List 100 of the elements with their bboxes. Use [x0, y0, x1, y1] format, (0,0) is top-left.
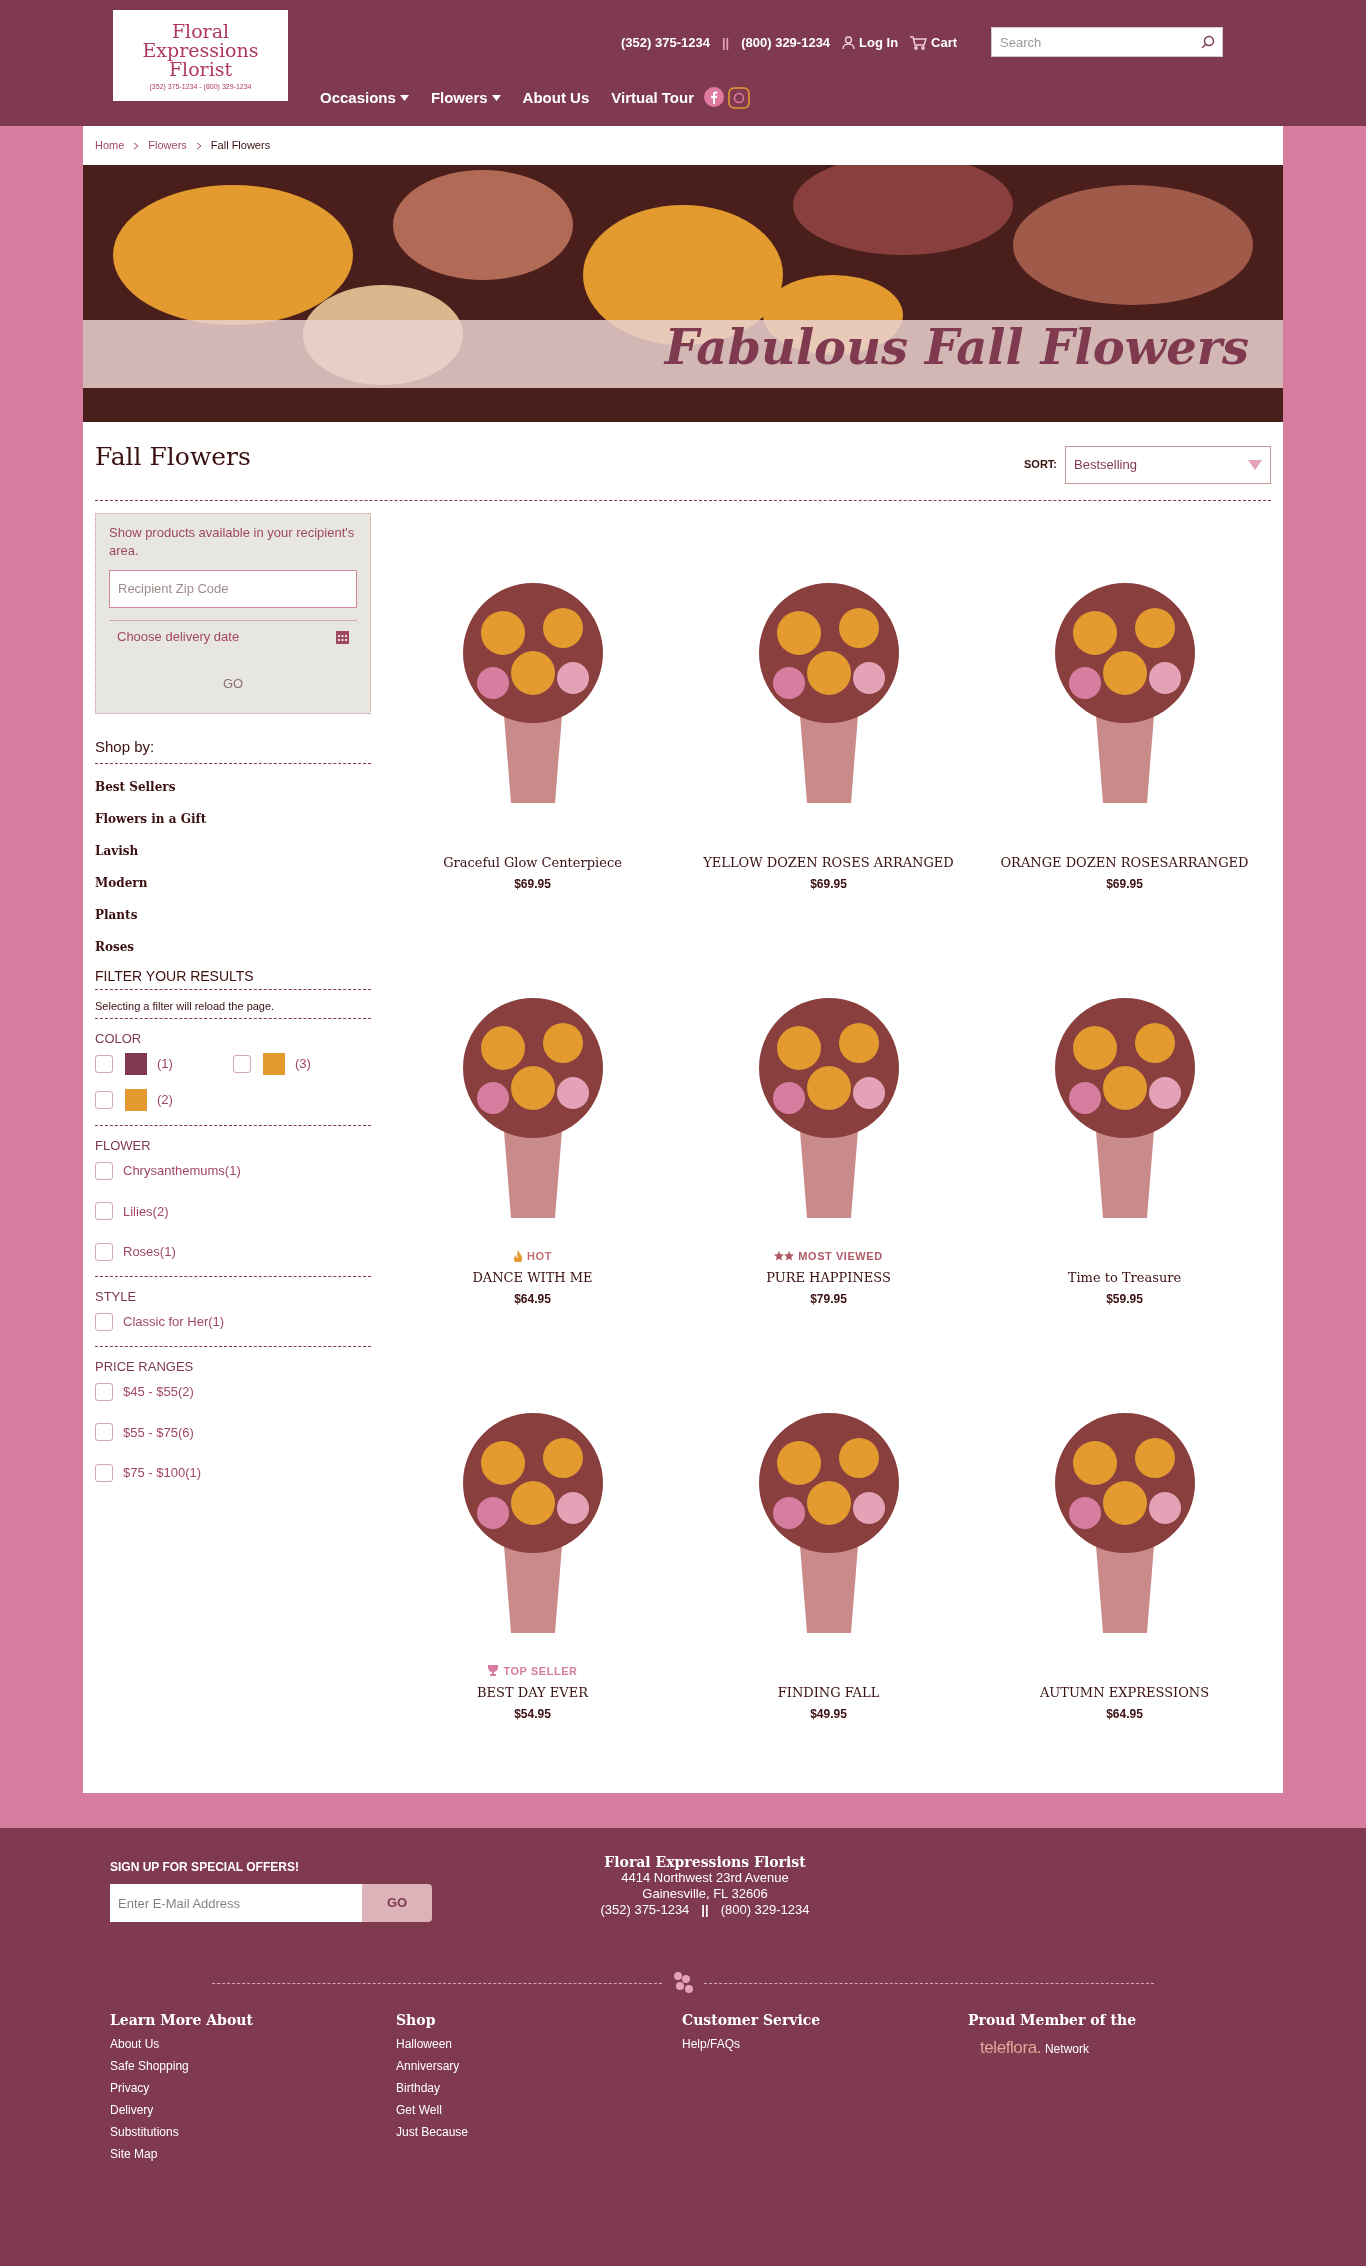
signup-title: SIGN UP FOR SPECIAL OFFERS! [110, 1859, 300, 1876]
product-name[interactable]: DANCE WITH ME [472, 1268, 593, 1288]
badge-label: TOP SELLER [487, 1662, 578, 1679]
store-address: 4414 Northwest 23rd Avenue [621, 1870, 789, 1886]
product-price: $69.95 [514, 875, 551, 893]
network-logo[interactable]: teleflora. Network [980, 2035, 1254, 2061]
phone-number[interactable]: (800) 329-1234 [720, 1902, 810, 1918]
shop-by-link[interactable]: Best Sellers [95, 777, 371, 796]
filter-option[interactable]: $45 - $55(2) [123, 1382, 194, 1402]
footer-link[interactable]: Halloween [396, 2033, 682, 2055]
product-name[interactable]: AUTUMN EXPRESSIONS [1039, 1683, 1210, 1703]
footer-heading: Learn More About [110, 2011, 254, 2030]
product-name[interactable]: BEST DAY EVER [477, 1683, 588, 1703]
checkbox[interactable] [95, 1242, 113, 1261]
banner-title: Fabulous Fall Flowers [664, 323, 1249, 371]
filter-option[interactable]: Classic for Her(1) [123, 1312, 225, 1332]
product-name[interactable]: ORANGE DOZEN ROSESARRANGED [1000, 853, 1249, 873]
filter-option[interactable]: $55 - $75(6) [123, 1422, 194, 1442]
shop-by-link[interactable]: Lavish [95, 841, 371, 860]
cart-icon [910, 35, 928, 50]
delivery-date-field[interactable]: Choose delivery date [109, 619, 357, 646]
filter-option[interactable]: Roses(1) [123, 1242, 176, 1262]
caret-icon [1248, 459, 1262, 470]
search-field[interactable]: Search [991, 27, 1224, 57]
checkbox[interactable] [95, 1463, 113, 1482]
footer-link[interactable]: Substitutions [110, 2121, 396, 2143]
caret-icon [491, 94, 501, 101]
filter-count: (3) [295, 1054, 311, 1073]
footer-heading: Proud Member of the [968, 2011, 1138, 2030]
footer-link[interactable]: Get Well [396, 2099, 682, 2121]
product-name[interactable]: FINDING FALL [777, 1683, 880, 1703]
delivery-note: Show products available in your recipient's area. [109, 523, 356, 560]
search-icon [1201, 35, 1216, 49]
product-name[interactable]: PURE HAPPINESS [766, 1268, 891, 1288]
go-button[interactable]: GO [362, 1884, 432, 1922]
checkbox[interactable] [95, 1312, 113, 1331]
zip-field[interactable]: Recipient Zip Code [109, 569, 357, 608]
footer-link[interactable]: Birthday [396, 2077, 682, 2099]
footer-link[interactable]: Anniversary [396, 2055, 682, 2077]
phone-number[interactable]: (800) 329-1234 [741, 33, 831, 53]
product-price: $69.95 [1106, 875, 1143, 893]
store-address: Gainesville, FL 32606 [642, 1886, 768, 1902]
footer-link[interactable]: Help/FAQs [682, 2033, 968, 2055]
footer-link[interactable]: Safe Shopping [110, 2055, 396, 2077]
filter-heading: FLOWER [95, 1136, 152, 1155]
color-swatch[interactable] [125, 1052, 147, 1075]
color-swatch[interactable] [125, 1088, 147, 1111]
checkbox[interactable] [95, 1382, 113, 1401]
filter-option[interactable]: Lilies(2) [123, 1201, 169, 1221]
shop-by-link[interactable]: Roses [95, 937, 371, 956]
product-price: $64.95 [1106, 1705, 1143, 1723]
product-name[interactable]: YELLOW DOZEN ROSES ARRANGED [703, 853, 954, 873]
sort-dropdown[interactable]: Bestselling [1065, 445, 1271, 484]
shop-by-link[interactable]: Modern [95, 873, 371, 892]
product-price: $69.95 [810, 875, 847, 893]
filter-heading: PRICE RANGES [95, 1357, 195, 1376]
nav-link[interactable]: Occasions [320, 86, 409, 109]
product-name[interactable]: Graceful Glow Centerpiece [443, 853, 622, 873]
section-title: FILTER YOUR RESULTS [95, 965, 371, 990]
nav-link[interactable]: About Us [522, 86, 590, 109]
filter-option[interactable]: $75 - $100(1) [123, 1463, 202, 1483]
footer-link[interactable]: Site Map [110, 2143, 396, 2165]
color-swatch[interactable] [263, 1052, 285, 1075]
filter-option[interactable]: Chrysanthemums(1) [123, 1161, 241, 1181]
nav-link[interactable]: Virtual Tour [611, 86, 695, 109]
footer-link[interactable]: Delivery [110, 2099, 396, 2121]
breadcrumb-link[interactable]: Flowers [148, 137, 187, 154]
email-field[interactable]: Enter E-Mail Address [110, 1884, 362, 1922]
product-price: $54.95 [514, 1705, 551, 1723]
checkbox[interactable] [233, 1054, 251, 1073]
phone-number[interactable]: (352) 375-1234 [621, 33, 710, 53]
filter-count: (2) [157, 1090, 173, 1109]
checkbox[interactable] [95, 1090, 113, 1109]
product-price: $49.95 [810, 1705, 847, 1723]
product-name[interactable]: Time to Treasure [1067, 1268, 1182, 1288]
breadcrumb-link[interactable]: Home [95, 137, 125, 154]
phone-number[interactable]: (352) 375-1234 [600, 1902, 690, 1918]
product-price: $79.95 [810, 1290, 847, 1308]
checkbox[interactable] [95, 1202, 113, 1221]
cart-link[interactable]: Cart [910, 33, 958, 53]
shop-by-link[interactable]: Plants [95, 905, 371, 924]
footer-link[interactable]: Just Because [396, 2121, 682, 2143]
flame-icon [513, 1249, 524, 1262]
trophy-icon [487, 1665, 500, 1677]
login-link[interactable]: Log In [842, 33, 899, 53]
checkbox[interactable] [95, 1161, 113, 1180]
calendar-icon [336, 630, 349, 644]
breadcrumb-link[interactable]: Fall Flowers [210, 137, 271, 154]
checkbox[interactable] [95, 1423, 113, 1442]
go-button[interactable]: GO [206, 669, 260, 697]
filter-heading: COLOR [95, 1030, 143, 1048]
filter-count: (1) [157, 1054, 173, 1073]
shop-by-link[interactable]: Flowers in a Gift [95, 809, 371, 828]
footer-link[interactable]: Privacy [110, 2077, 396, 2099]
nav-link[interactable]: Flowers [430, 86, 501, 109]
section-title: Shop by: [95, 736, 371, 764]
sort-label: SORT: [1024, 457, 1057, 473]
checkbox[interactable] [95, 1054, 113, 1073]
separator-text: || [701, 1902, 709, 1918]
footer-link[interactable]: About Us [110, 2033, 396, 2055]
